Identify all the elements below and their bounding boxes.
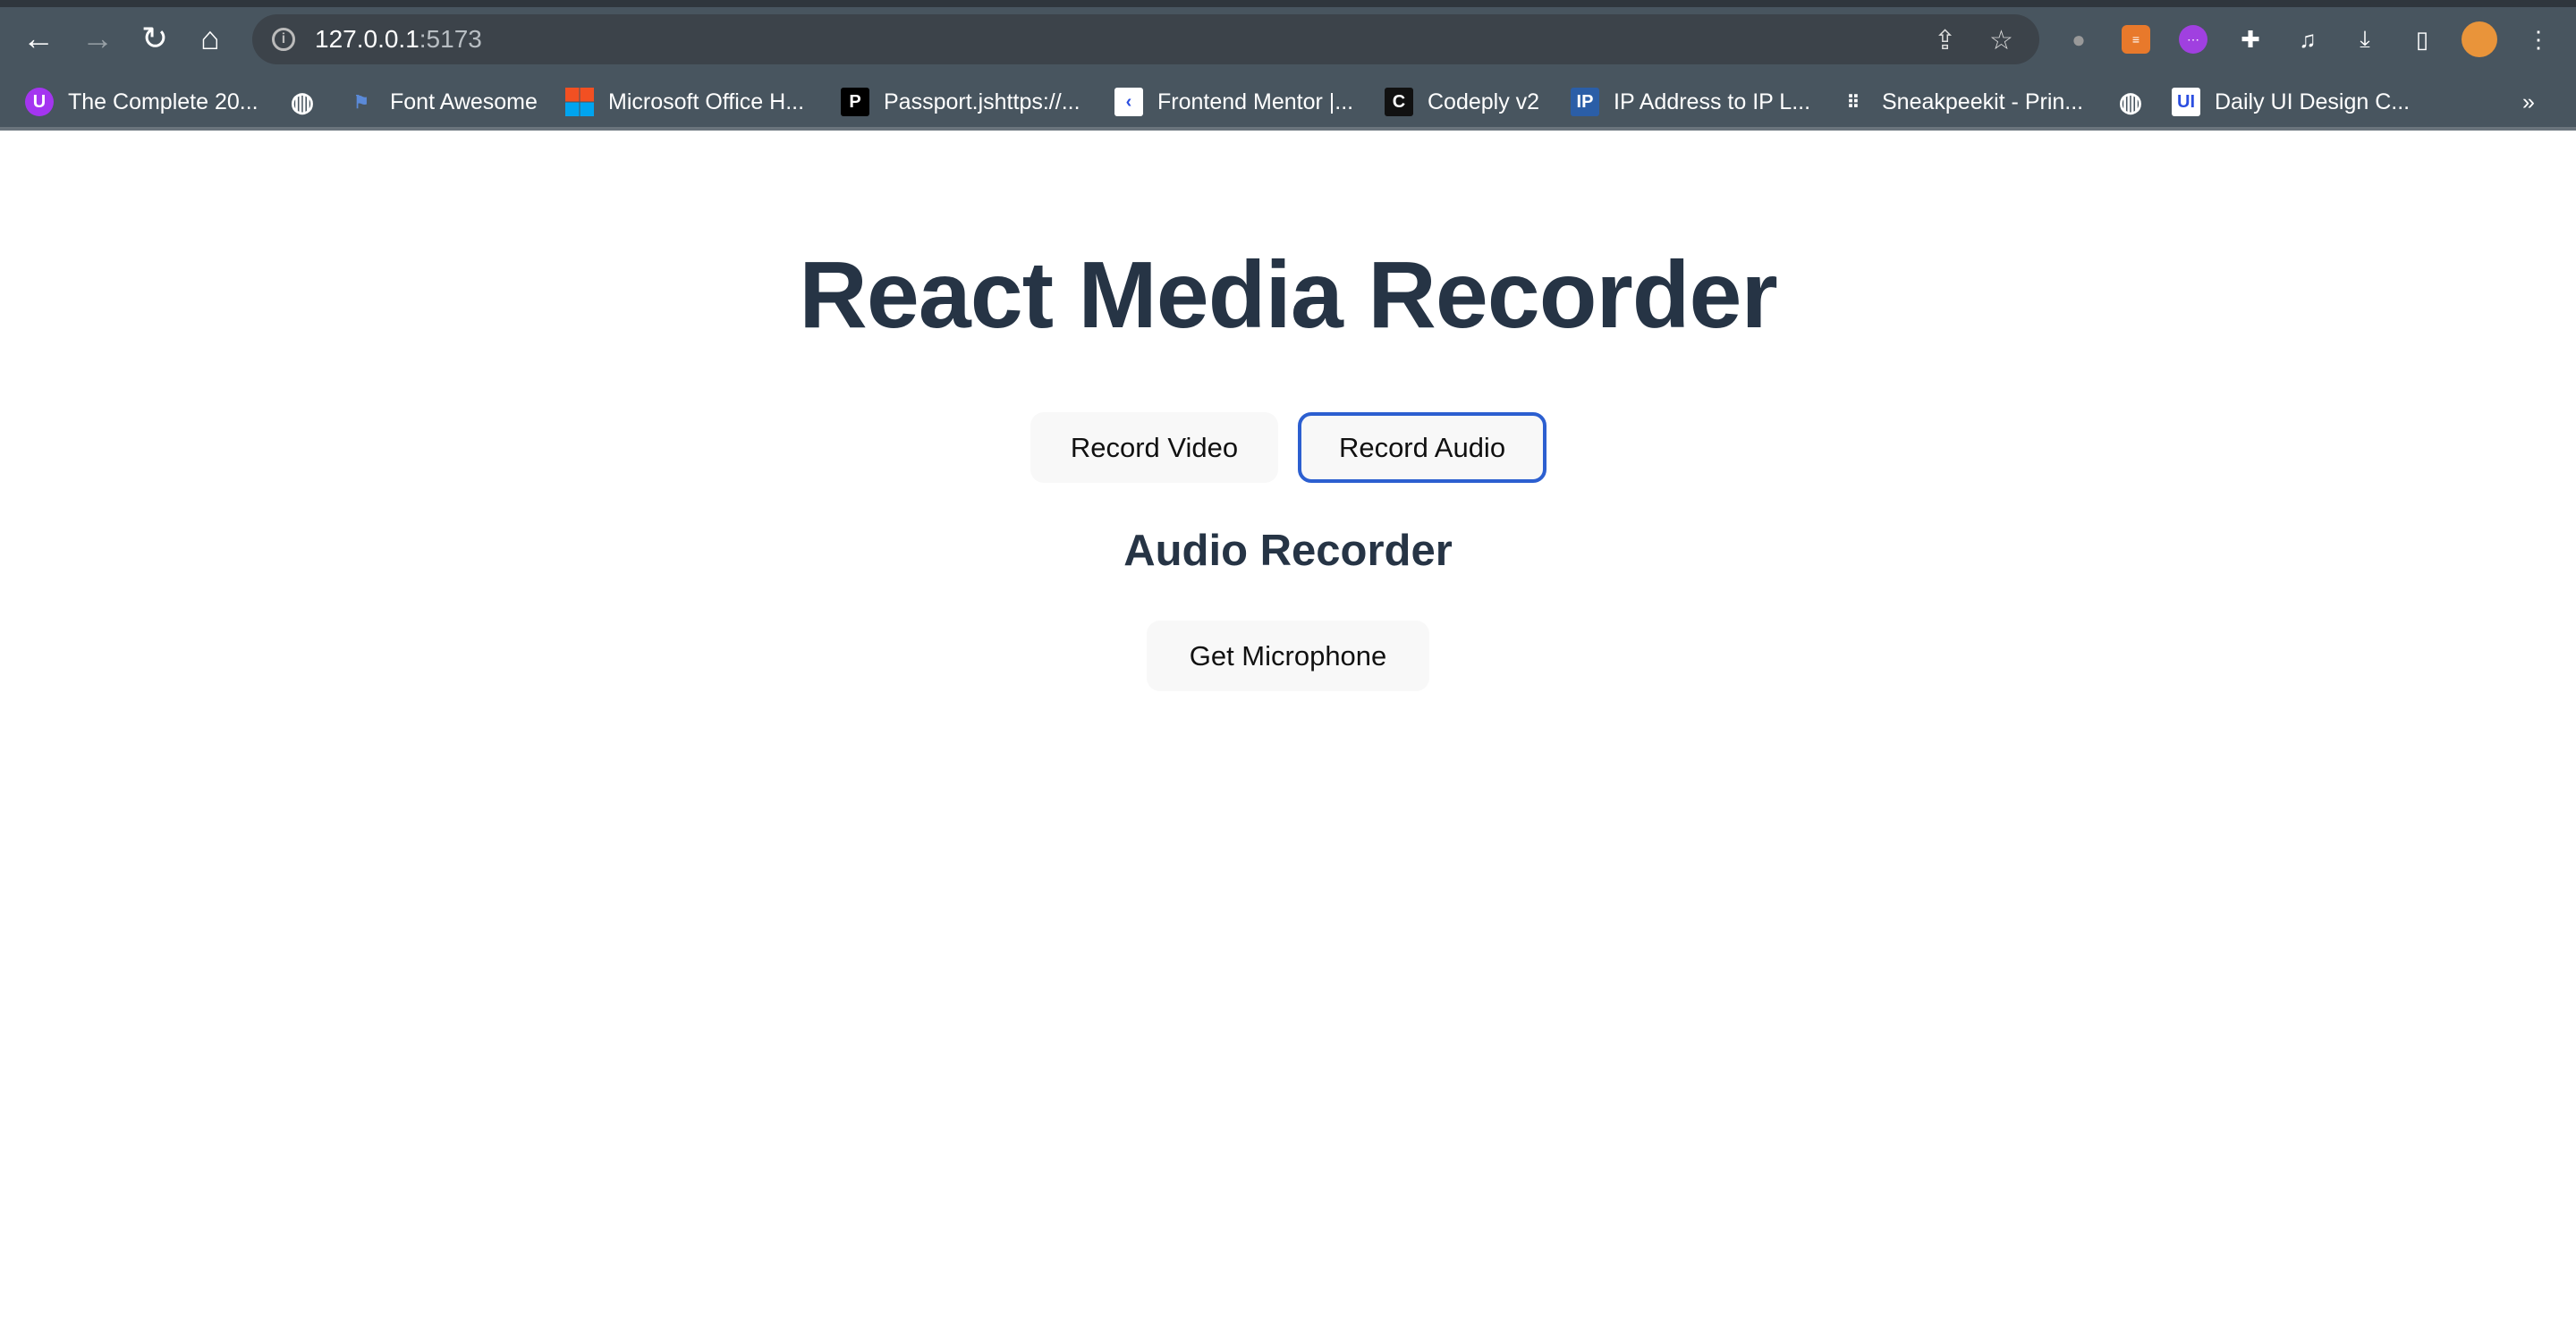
address-bar[interactable]: i 127.0.0.1:5173 ⇪ ☆ <box>252 14 2039 64</box>
dots-grid-icon: ⠿ <box>1846 92 1860 113</box>
passport-icon: P <box>841 88 869 116</box>
bookmark-item[interactable]: IP IP Address to IP L... <box>1571 86 1810 118</box>
bookmark-item[interactable]: ‹ Frontend Mentor |... <box>1114 86 1353 118</box>
site-info-icon[interactable]: i <box>272 28 295 51</box>
bookmark-item[interactable]: ◍ <box>288 86 331 118</box>
reload-icon[interactable]: ↻ <box>132 16 177 61</box>
url-port: :5173 <box>419 25 482 53</box>
bookmark-item[interactable]: UI Daily UI Design C... <box>2172 86 2410 118</box>
flag-icon: ⚑ <box>353 92 369 113</box>
bookmark-item[interactable]: P Passport.jshttps://... <box>841 86 1080 118</box>
url-host: 127.0.0.1 <box>315 25 419 53</box>
forward-icon[interactable]: → <box>75 16 120 61</box>
bookmark-label: IP Address to IP L... <box>1614 89 1811 114</box>
extension-purple-icon[interactable]: ⋯ <box>2179 25 2207 54</box>
frontend-mentor-icon: ‹ <box>1114 88 1143 116</box>
extension-bug-icon[interactable]: ● <box>2064 25 2093 54</box>
extensions-puzzle-icon[interactable]: ✚ <box>2236 25 2265 54</box>
extension-server-icon[interactable]: ≡ <box>2122 25 2150 54</box>
record-audio-button[interactable]: Record Audio <box>1298 412 1546 483</box>
bookmark-label: Codeply v2 <box>1428 89 1540 114</box>
browser-toolbar: ← → ↻ ⌂ i 127.0.0.1:5173 ⇪ ☆ ● ≡ ⋯ ✚ ♫ ⤓… <box>0 7 2576 72</box>
bookmark-item[interactable]: ◍ <box>2116 86 2159 118</box>
section-heading: Audio Recorder <box>1123 527 1453 575</box>
tab-strip <box>0 0 2576 7</box>
media-queue-icon[interactable]: ♫ <box>2293 25 2322 54</box>
menu-kebab-icon[interactable]: ⋮ <box>2524 25 2553 54</box>
globe-icon: ◍ <box>290 87 315 117</box>
download-icon[interactable]: ⤓ <box>2351 25 2379 54</box>
home-icon[interactable]: ⌂ <box>188 16 233 61</box>
share-icon[interactable]: ⇪ <box>1934 25 1956 56</box>
profile-avatar[interactable] <box>2462 21 2497 57</box>
codeply-icon: C <box>1385 88 1413 116</box>
bookmark-label: Sneakpeekit - Prin... <box>1882 89 2084 114</box>
microsoft-icon <box>565 88 594 116</box>
get-microphone-button[interactable]: Get Microphone <box>1147 621 1429 691</box>
bookmark-item[interactable]: C Codeply v2 <box>1385 86 1539 118</box>
bookmark-label: Font Awesome <box>390 89 538 114</box>
page-title: React Media Recorder <box>799 242 1777 348</box>
bookmark-item[interactable]: ⠿ Sneakpeekit - Prin... <box>1839 86 2083 118</box>
bookmark-star-icon[interactable]: ☆ <box>1989 25 2013 56</box>
bookmark-label: Daily UI Design C... <box>2215 89 2411 114</box>
bookmark-label: Frontend Mentor |... <box>1157 89 1354 114</box>
ip-icon: IP <box>1571 88 1599 116</box>
bookmark-label: The Complete 20... <box>68 89 258 114</box>
bookmark-item[interactable]: U The Complete 20... <box>25 86 258 118</box>
bookmark-label: Passport.jshttps://... <box>884 89 1080 114</box>
bookmarks-overflow-button[interactable]: » <box>2522 86 2535 118</box>
side-panel-icon[interactable]: ▯ <box>2408 25 2436 54</box>
bookmarks-bar: U The Complete 20... ◍ ⚑ Font Awesome Microso… <box>0 72 2576 131</box>
globe-icon: ◍ <box>2118 87 2143 117</box>
bookmark-item[interactable]: ⚑ Font Awesome <box>347 86 538 118</box>
udemy-icon: U <box>25 88 54 116</box>
dailyui-icon: UI <box>2172 88 2200 116</box>
bookmark-label: Microsoft Office H... <box>608 89 805 114</box>
back-icon[interactable]: ← <box>16 16 61 61</box>
record-video-button[interactable]: Record Video <box>1030 412 1278 483</box>
bookmark-item[interactable]: Microsoft Office H... <box>565 86 804 118</box>
